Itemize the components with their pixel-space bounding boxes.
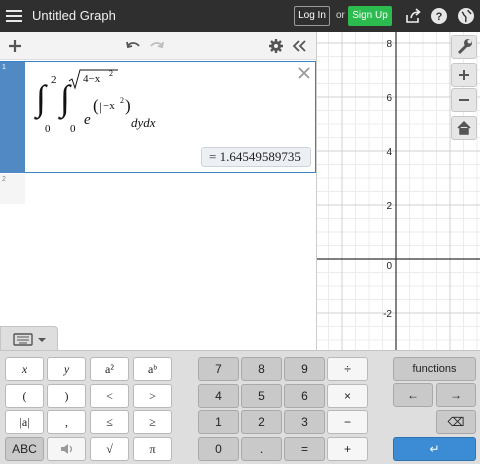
y-tick-label: 4 — [386, 147, 392, 158]
integral-2-lower: 0 — [70, 123, 76, 135]
pi-key[interactable]: π — [133, 437, 172, 461]
share-icon[interactable] — [404, 7, 422, 25]
less-equal-key[interactable]: ≤ — [90, 410, 129, 434]
keyboard-toggle[interactable] — [0, 326, 58, 351]
expression-index: 2 — [2, 176, 6, 183]
integral-2-upper: 4−x 2 — [68, 68, 118, 90]
abc-key[interactable]: ABC — [5, 437, 44, 461]
formula[interactable]: ∫ 2 0 ∫ 0 4−x 2 e ( | −x 2) dydx — [30, 68, 300, 148]
svg-text:?: ? — [436, 11, 443, 23]
expression-panel: 1 ∫ 2 0 ∫ 0 4−x 2 e (| −x 2) dydx = 1.… — [0, 32, 316, 350]
expression-index: 1 — [2, 64, 6, 71]
y-tick-label: 0 — [386, 261, 392, 272]
integral-1-lower: 0 — [45, 123, 51, 135]
expression-index-strip[interactable]: 2 — [0, 174, 25, 204]
less-than-key[interactable]: < — [90, 384, 129, 408]
audio-icon[interactable] — [47, 437, 86, 461]
multiply-key[interactable]: × — [327, 384, 368, 408]
menu-icon[interactable] — [6, 7, 22, 25]
divide-key[interactable]: ÷ — [327, 357, 368, 381]
graph-title[interactable]: Untitled Graph — [32, 8, 116, 23]
nine-key[interactable]: 9 — [284, 357, 325, 381]
y-tick-label: 6 — [386, 93, 392, 104]
top-bar: Untitled Graph Log In or Sign Up ? — [0, 0, 480, 32]
left-arrow-button[interactable]: ← — [393, 383, 433, 407]
redo-icon[interactable] — [148, 37, 166, 55]
squared-key[interactable]: a² — [90, 357, 129, 381]
open-paren-key[interactable]: ( — [5, 384, 44, 408]
zoom-in-icon[interactable] — [451, 63, 477, 87]
enter-button[interactable]: ↵ — [393, 437, 476, 461]
integral-1-upper: 2 — [51, 74, 57, 86]
decimal-key[interactable]: . — [241, 437, 282, 461]
x-key[interactable]: x — [5, 357, 44, 381]
right-arrow-button[interactable]: → — [436, 383, 476, 407]
five-key[interactable]: 5 — [241, 384, 282, 408]
comma-key[interactable]: , — [47, 410, 86, 434]
plus-key[interactable]: + — [327, 437, 368, 461]
wrench-icon[interactable] — [451, 35, 477, 59]
six-key[interactable]: 6 — [284, 384, 325, 408]
expression-toolbar — [0, 32, 316, 60]
exponent-inner: −x — [103, 100, 115, 112]
close-paren-key[interactable]: ) — [47, 384, 86, 408]
or-label: or — [336, 10, 345, 21]
y-tick-label: -2 — [383, 309, 392, 320]
keyboard-icon — [13, 333, 46, 346]
gear-icon[interactable] — [267, 37, 285, 55]
radicand: 4−x — [83, 73, 101, 85]
zoom-out-icon[interactable] — [451, 88, 477, 112]
two-key[interactable]: 2 — [241, 410, 282, 434]
exponent-close-paren: ) — [125, 96, 131, 115]
zero-key[interactable]: 0 — [198, 437, 239, 461]
sqrt-key[interactable]: √ — [90, 437, 129, 461]
equals-key[interactable]: = — [284, 437, 325, 461]
greater-equal-key[interactable]: ≥ — [133, 410, 172, 434]
keypad: x y a² aᵇ () < > |a|, ≤ ≥ ABC √ π 7 8 9 ÷ 4 5 6 × 1 2 3− 0. = + f… — [0, 350, 480, 464]
integrand-base: e — [84, 112, 91, 128]
add-icon[interactable] — [6, 37, 24, 55]
y-tick-label: 2 — [386, 201, 392, 212]
expression-row[interactable]: 1 ∫ 2 0 ∫ 0 4−x 2 e (| −x 2) dydx = 1.… — [0, 61, 316, 173]
y-key[interactable]: y — [47, 357, 86, 381]
exponent-cursor: | — [99, 99, 102, 114]
functions-button[interactable]: functions — [393, 357, 476, 381]
help-icon[interactable]: ? — [430, 7, 448, 25]
integral-sign-1: ∫ — [36, 78, 46, 118]
differentials: dydx — [131, 115, 156, 130]
expression-index-strip[interactable]: 1 — [0, 62, 25, 173]
backspace-button[interactable]: ⌫ — [436, 410, 476, 434]
calculator-app: Untitled Graph Log In or Sign Up ? 1 ∫ 2… — [0, 0, 480, 464]
login-button[interactable]: Log In — [294, 6, 330, 26]
seven-key[interactable]: 7 — [198, 357, 239, 381]
expression-row-empty[interactable]: 2 — [0, 174, 316, 204]
home-icon[interactable] — [451, 116, 477, 140]
collapse-panel-icon[interactable] — [290, 37, 308, 55]
three-key[interactable]: 3 — [284, 410, 325, 434]
minus-key[interactable]: − — [327, 410, 368, 434]
evaluation-result: = 1.64549589735 — [201, 147, 311, 167]
radicand-exponent: 2 — [109, 69, 113, 78]
four-key[interactable]: 4 — [198, 384, 239, 408]
globe-icon[interactable] — [457, 7, 475, 25]
eight-key[interactable]: 8 — [241, 357, 282, 381]
abs-key[interactable]: |a| — [5, 410, 44, 434]
greater-than-key[interactable]: > — [133, 384, 172, 408]
exponent-open-paren: ( — [93, 96, 99, 115]
power-key[interactable]: aᵇ — [133, 357, 172, 381]
y-tick-label: 8 — [386, 39, 392, 50]
signup-button[interactable]: Sign Up — [348, 6, 392, 26]
undo-icon[interactable] — [124, 37, 142, 55]
one-key[interactable]: 1 — [198, 410, 239, 434]
exponent-power: 2 — [120, 96, 124, 105]
